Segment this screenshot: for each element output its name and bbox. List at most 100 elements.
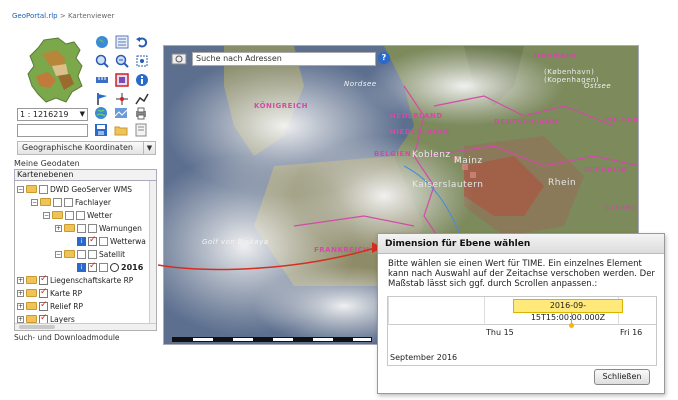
map-label-koblenz: Koblenz [412, 150, 451, 160]
globe-icon[interactable] [94, 34, 110, 50]
time-axis[interactable]: 2016-09-15T15:00:00.000Z Thu 15 Fri 16 S… [387, 296, 657, 366]
zoom-out-icon[interactable] [114, 53, 130, 69]
layer-checkbox[interactable] [39, 287, 48, 298]
draw-line-icon[interactable] [134, 91, 150, 107]
document-icon[interactable] [134, 123, 148, 137]
layer-checkbox[interactable] [39, 274, 48, 285]
measure-icon[interactable] [94, 72, 110, 88]
expand-toggle[interactable]: + [17, 315, 24, 323]
folder-icon [26, 185, 37, 193]
tree-horizontal-scrollbar[interactable] [15, 323, 156, 330]
layer-checkbox[interactable] [88, 249, 97, 259]
map-scale-bar [172, 337, 372, 342]
layer-checkbox[interactable] [65, 210, 74, 220]
kartenebenen-header[interactable]: Kartenebenen [14, 169, 157, 181]
zoom-in-icon[interactable] [94, 53, 110, 69]
info-icon[interactable]: i [77, 236, 86, 246]
dialog-description: Bitte wählen sie einen Wert für TIME. Ei… [388, 259, 655, 289]
folder-icon [52, 211, 63, 219]
tree-node[interactable]: − Wetter [43, 209, 112, 221]
info-icon[interactable]: i [77, 262, 86, 272]
layer-checkbox[interactable] [99, 236, 108, 246]
tree-node-label: Wetter [87, 210, 113, 220]
map-layers-icon[interactable] [114, 106, 128, 120]
breadcrumb-separator: > [59, 12, 66, 20]
timeline-day-label: Fri 16 [620, 328, 643, 337]
time-handle[interactable] [569, 323, 574, 328]
collapse-toggle[interactable]: − [43, 211, 50, 219]
such-download-header[interactable]: Such- und Downloadmodule [14, 333, 120, 342]
coordinate-icon[interactable] [114, 91, 130, 107]
layer-checkbox[interactable] [77, 223, 86, 233]
map-tools-icon[interactable] [171, 52, 187, 66]
tree-node[interactable]: + Karte RP [17, 287, 82, 299]
open-folder-icon[interactable] [114, 123, 128, 137]
coordinate-input[interactable] [17, 124, 88, 137]
expand-toggle[interactable]: + [17, 276, 24, 284]
undo-icon[interactable] [134, 34, 150, 50]
scrollbar-thumb[interactable] [19, 325, 55, 329]
tree-node[interactable]: i Wetterwa [77, 235, 146, 247]
layer-checkbox[interactable] [39, 184, 48, 194]
map-label-deutschland: DEUTSCHLAND [494, 118, 559, 126]
clock-icon[interactable] [110, 262, 119, 272]
layer-checkbox[interactable] [39, 300, 48, 311]
map-label-nordsee: Nordsee [344, 80, 377, 88]
flag-icon[interactable] [94, 91, 110, 107]
collapse-toggle[interactable]: − [17, 185, 24, 193]
coordinate-system-select[interactable]: Geographische Koordinaten ▼ [17, 141, 156, 155]
close-button[interactable]: Schließen [594, 369, 650, 385]
collapse-toggle[interactable]: − [31, 198, 38, 206]
layer-checkbox[interactable] [64, 197, 73, 207]
tree-node[interactable]: + Relief RP [17, 300, 83, 312]
map-label-frankreich: FRANKREICH [314, 246, 370, 254]
tree-node[interactable]: − DWD GeoServer WMS [17, 183, 132, 195]
layer-checkbox[interactable] [53, 197, 62, 207]
tree-node[interactable]: i 2016 [77, 261, 143, 273]
tree-vertical-scrollbar[interactable] [149, 181, 156, 330]
expand-toggle[interactable]: + [17, 289, 24, 297]
tree-node[interactable]: − Fachlayer [31, 196, 111, 208]
timeline-tick [484, 297, 485, 325]
selected-time-label[interactable]: 2016-09-15T15:00:00.000Z [513, 299, 623, 322]
info-icon[interactable] [134, 72, 150, 88]
tree-node[interactable]: + Warnungen [55, 222, 142, 234]
breadcrumb-home-link[interactable]: GeoPortal.rlp [12, 12, 58, 20]
layer-checkbox[interactable] [77, 249, 86, 259]
collapse-toggle[interactable]: − [55, 250, 62, 258]
scale-select[interactable]: 1 : 1216219 ▼ [17, 108, 88, 121]
help-icon[interactable]: ? [378, 52, 390, 64]
tree-node[interactable]: − Satellit [55, 248, 125, 260]
layer-checkbox[interactable] [88, 223, 97, 233]
meine-geodaten-header[interactable]: Meine Geodaten [14, 159, 80, 168]
legend-list-icon[interactable] [114, 34, 130, 50]
scale-tools [94, 106, 148, 120]
tree-node-label: Satellit [99, 249, 126, 259]
map-label-golf: Golf von Biskaya [202, 238, 269, 246]
map-label-belgien: BELGIEN [374, 150, 412, 158]
layer-checkbox[interactable] [76, 210, 85, 220]
layer-checkbox[interactable] [88, 235, 97, 246]
expand-toggle[interactable]: + [55, 224, 62, 232]
save-icon[interactable] [94, 123, 108, 137]
map-label-konigreich: KÖNIGREICH [254, 102, 309, 110]
address-search-input[interactable]: Suche nach Adressen [192, 52, 376, 66]
tree-node-label: Warnungen [99, 223, 142, 233]
map-label-mainz: Mainz [454, 156, 483, 166]
scale-value: 1 : 1216219 [20, 110, 69, 119]
layer-checkbox[interactable] [88, 261, 97, 272]
expand-toggle[interactable]: + [17, 302, 24, 310]
breadcrumb: GeoPortal.rlp > Kartenviewer [12, 12, 114, 20]
layer-checkbox[interactable] [99, 262, 108, 272]
print-icon[interactable] [134, 106, 148, 120]
zoom-extent-icon[interactable] [134, 53, 150, 69]
tree-node[interactable]: + Liegenschaftskarte RP [17, 274, 133, 286]
world-icon[interactable] [94, 106, 108, 120]
overview-map-thumbnail[interactable] [22, 36, 92, 106]
chevron-down-icon: ▼ [143, 142, 155, 154]
feature-info-icon[interactable] [114, 72, 130, 88]
map-label-kaiserslautern: Kaiserslautern [412, 180, 484, 190]
dialog-title[interactable]: Dimension für Ebene wählen [378, 234, 664, 254]
folder-icon [40, 198, 51, 206]
coordinate-system-value: Geographische Koordinaten [22, 143, 133, 152]
